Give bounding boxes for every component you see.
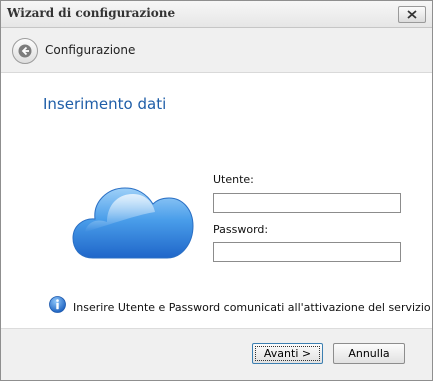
back-button[interactable] xyxy=(12,38,38,64)
password-label: Password: xyxy=(213,223,269,236)
title-bar: Wizard di configurazione xyxy=(1,1,432,28)
close-button[interactable] xyxy=(398,6,426,23)
content-panel: Inserimento dati Utente: Password: Inser… xyxy=(1,73,432,329)
user-label: Utente: xyxy=(213,173,254,186)
cancel-button[interactable]: Annulla xyxy=(333,343,405,364)
window-title: Wizard di configurazione xyxy=(7,6,176,20)
close-icon xyxy=(407,10,417,19)
next-button[interactable]: Avanti > xyxy=(252,343,323,364)
back-arrow-icon xyxy=(18,44,32,58)
page-title: Inserimento dati xyxy=(43,95,167,113)
info-message: Inserire Utente e Password comunicati al… xyxy=(73,301,431,314)
wizard-header: Configurazione xyxy=(1,28,432,73)
breadcrumb: Configurazione xyxy=(45,43,136,57)
wizard-window: Wizard di configurazione Configurazione … xyxy=(0,0,433,381)
info-icon xyxy=(49,296,66,313)
user-field[interactable] xyxy=(213,193,401,213)
cloud-icon xyxy=(72,187,194,259)
password-field[interactable] xyxy=(213,242,401,262)
